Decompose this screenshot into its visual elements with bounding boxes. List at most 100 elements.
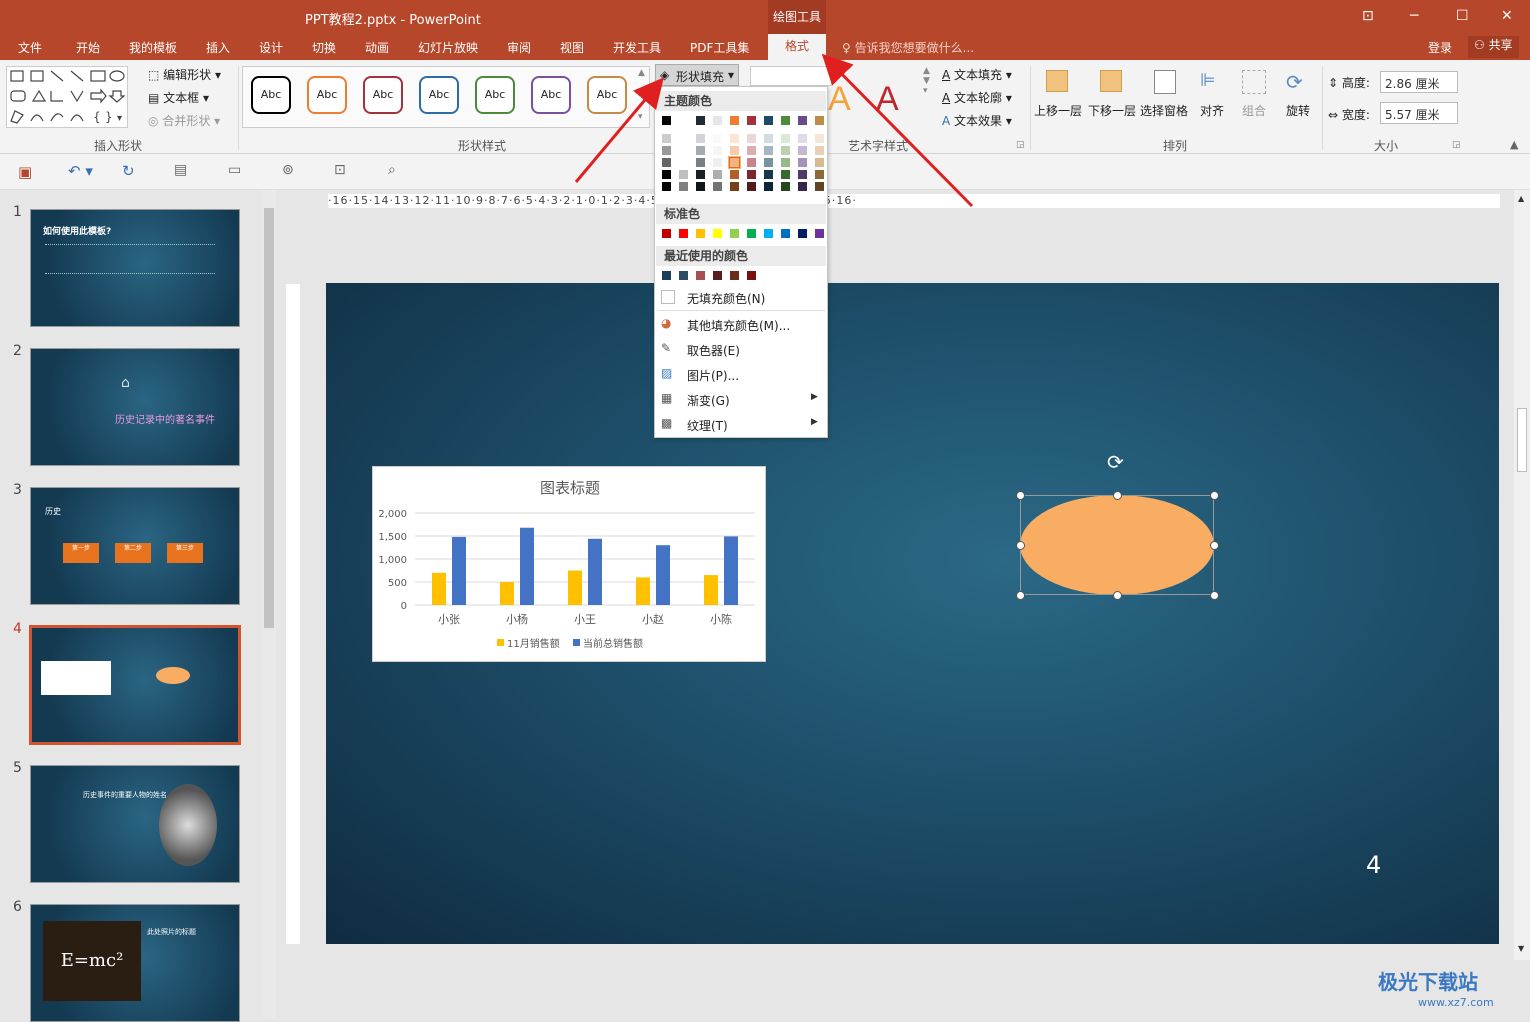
recent-color-swatch[interactable] bbox=[746, 270, 757, 281]
theme-color-swatch[interactable] bbox=[797, 157, 808, 168]
slide-scrollbar[interactable]: ▲ ▼ bbox=[1514, 190, 1530, 960]
theme-color-swatch[interactable] bbox=[763, 145, 774, 156]
resize-handle[interactable] bbox=[1113, 591, 1122, 600]
text-box-qat-icon[interactable]: ▭ bbox=[228, 162, 241, 178]
resize-handle[interactable] bbox=[1016, 591, 1025, 600]
height-input[interactable]: 2.86 厘米 bbox=[1380, 71, 1458, 93]
rotate-handle-icon[interactable]: ⟳ bbox=[1107, 450, 1124, 474]
share-button[interactable]: ⚇ 共享 bbox=[1468, 36, 1519, 58]
shapes-gallery[interactable]: {} ▾ bbox=[6, 66, 128, 128]
wordart-input[interactable] bbox=[750, 66, 832, 86]
minimize-icon[interactable]: ─ bbox=[1410, 8, 1418, 24]
theme-color-swatch[interactable] bbox=[746, 181, 757, 192]
theme-color-swatch[interactable] bbox=[729, 181, 740, 192]
recent-color-swatch[interactable] bbox=[712, 270, 723, 281]
merge-shapes-button[interactable]: ◎ 合并形状 ▾ bbox=[148, 112, 220, 129]
theme-color-swatch[interactable] bbox=[712, 157, 723, 168]
tab-transitions[interactable]: 切换 bbox=[312, 39, 336, 56]
theme-color-swatch[interactable] bbox=[780, 181, 791, 192]
theme-color-swatch[interactable] bbox=[780, 157, 791, 168]
theme-color-swatch[interactable] bbox=[780, 145, 791, 156]
text-box-button[interactable]: ▤ 文本框 ▾ bbox=[148, 89, 209, 106]
theme-color-swatch[interactable] bbox=[661, 169, 672, 180]
standard-color-swatch[interactable] bbox=[746, 228, 757, 239]
style-swatch[interactable]: Abc bbox=[475, 76, 515, 114]
width-input[interactable]: 5.57 厘米 bbox=[1380, 102, 1458, 124]
theme-color-swatch[interactable] bbox=[728, 156, 741, 169]
theme-color-swatch[interactable] bbox=[661, 115, 672, 126]
theme-color-swatch[interactable] bbox=[746, 133, 757, 144]
resize-handle[interactable] bbox=[1016, 491, 1025, 500]
picture-item[interactable]: 图片(P)... bbox=[687, 367, 739, 384]
theme-color-swatch[interactable] bbox=[678, 115, 689, 126]
theme-color-swatch[interactable] bbox=[797, 169, 808, 180]
close-icon[interactable]: ✕ bbox=[1501, 8, 1513, 24]
gallery-more-icon[interactable]: ▾ bbox=[638, 112, 643, 122]
scroll-up-icon[interactable]: ▲ bbox=[1518, 194, 1524, 203]
gallery-down-icon[interactable]: ▼ bbox=[638, 90, 645, 100]
selection-pane-button[interactable]: 选择窗格 bbox=[1140, 64, 1192, 130]
slide-thumbnail[interactable]: 历史事件的重要人物的姓名 bbox=[30, 765, 240, 883]
standard-color-swatch[interactable] bbox=[780, 228, 791, 239]
standard-color-swatch[interactable] bbox=[661, 228, 672, 239]
theme-color-swatch[interactable] bbox=[695, 133, 706, 144]
size-dialog-launcher-icon[interactable]: ◲ bbox=[1452, 140, 1461, 150]
standard-color-swatch[interactable] bbox=[712, 228, 723, 239]
wordart-sample-red[interactable]: A bbox=[876, 80, 899, 119]
theme-color-swatch[interactable] bbox=[814, 115, 825, 126]
eyedropper-item[interactable]: 取色器(E) bbox=[687, 342, 740, 359]
login-link[interactable]: 登录 bbox=[1428, 39, 1452, 56]
theme-color-swatch[interactable] bbox=[797, 115, 808, 126]
theme-color-swatch[interactable] bbox=[746, 157, 757, 168]
theme-color-swatch[interactable] bbox=[814, 133, 825, 144]
theme-color-swatch[interactable] bbox=[712, 169, 723, 180]
dialog-launcher-icon[interactable]: ◲ bbox=[1016, 140, 1025, 150]
resize-handle[interactable] bbox=[1113, 491, 1122, 500]
theme-color-swatch[interactable] bbox=[729, 115, 740, 126]
tab-pdf-tools[interactable]: PDF工具集 bbox=[690, 39, 749, 56]
present-online-icon[interactable]: ⊡ bbox=[334, 162, 346, 178]
theme-color-swatch[interactable] bbox=[746, 169, 757, 180]
style-swatch[interactable]: Abc bbox=[307, 76, 347, 114]
tab-home[interactable]: 开始 bbox=[76, 39, 100, 56]
theme-color-swatch[interactable] bbox=[797, 181, 808, 192]
send-backward-button[interactable]: 下移一层 bbox=[1088, 64, 1140, 130]
theme-color-swatch[interactable] bbox=[661, 145, 672, 156]
theme-color-swatch[interactable] bbox=[763, 115, 774, 126]
theme-color-swatch[interactable] bbox=[678, 169, 689, 180]
slide-thumbnail[interactable]: ⌂ 历史记录中的著名事件 bbox=[30, 348, 240, 466]
tab-format[interactable]: 格式 bbox=[768, 34, 826, 60]
print-preview-icon[interactable]: ⌕ bbox=[388, 162, 396, 178]
align-button[interactable]: ⊫ 对齐 bbox=[1198, 64, 1230, 130]
edit-shape-button[interactable]: ⬚ 编辑形状 ▾ bbox=[148, 66, 221, 83]
tab-review[interactable]: 审阅 bbox=[507, 39, 531, 56]
gallery-up-icon[interactable]: ▲ bbox=[638, 68, 645, 78]
theme-color-swatch[interactable] bbox=[661, 133, 672, 144]
redo-icon[interactable]: ↻ bbox=[122, 162, 135, 180]
standard-color-swatch[interactable] bbox=[797, 228, 808, 239]
tab-file[interactable]: 文件 bbox=[18, 39, 42, 56]
save-icon[interactable]: ▣ bbox=[18, 163, 32, 181]
standard-color-swatch[interactable] bbox=[814, 228, 825, 239]
more-fill-colors-item[interactable]: 其他填充颜色(M)... bbox=[687, 317, 790, 334]
shape-fill-button[interactable]: ◈ 形状填充 ▾ bbox=[655, 64, 739, 86]
thumbnails-scrollbar[interactable] bbox=[262, 190, 276, 1018]
theme-color-swatch[interactable] bbox=[797, 145, 808, 156]
theme-color-swatch[interactable] bbox=[729, 145, 740, 156]
theme-color-swatch[interactable] bbox=[678, 145, 689, 156]
slide-thumbnail[interactable]: E=mc² 此处照片的标题 bbox=[30, 904, 240, 1022]
chart-object[interactable]: 图表标题 0 500 1,000 1,500 2,000 小张 小杨 小王 小赵 小陈 11月销售额 当… bbox=[372, 466, 766, 662]
theme-color-swatch[interactable] bbox=[763, 133, 774, 144]
scrollbar-thumb[interactable] bbox=[1517, 408, 1527, 472]
group-button[interactable]: 组合 bbox=[1240, 64, 1272, 130]
resize-handle[interactable] bbox=[1016, 541, 1025, 550]
tab-developer[interactable]: 开发工具 bbox=[613, 39, 661, 56]
resize-handle[interactable] bbox=[1210, 591, 1219, 600]
scrollbar-thumb[interactable] bbox=[264, 208, 274, 628]
theme-color-swatch[interactable] bbox=[712, 145, 723, 156]
recent-color-swatch[interactable] bbox=[695, 270, 706, 281]
theme-color-swatch[interactable] bbox=[661, 157, 672, 168]
style-swatch[interactable]: Abc bbox=[587, 76, 627, 114]
wordart-gallery-more-icon[interactable]: ▲ ▼ ▾ bbox=[923, 66, 930, 96]
theme-color-swatch[interactable] bbox=[695, 145, 706, 156]
